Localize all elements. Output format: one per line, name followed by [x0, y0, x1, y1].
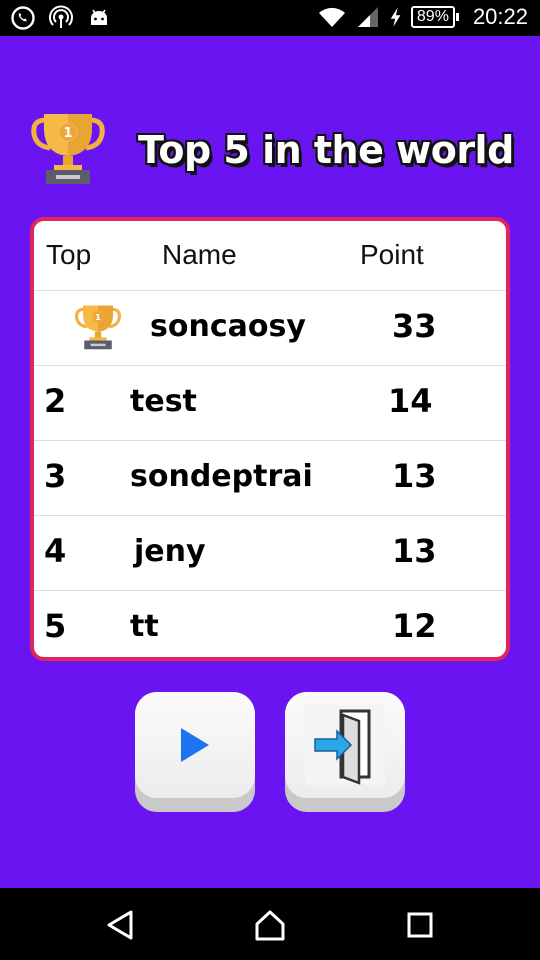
navigation-bar [0, 888, 540, 960]
hotspot-icon [49, 5, 73, 28]
row-name: sondeptrai [130, 459, 313, 494]
svg-text:1: 1 [95, 312, 101, 322]
svg-text:1: 1 [63, 126, 72, 141]
exit-door-icon [305, 705, 385, 785]
status-bar: 89% 20:22 [0, 0, 540, 36]
back-icon[interactable] [103, 908, 137, 942]
android-icon [91, 9, 107, 25]
trophy-icon: 1 [31, 114, 105, 184]
whatsapp-icon [11, 6, 35, 30]
row-point: 13 [392, 457, 437, 495]
column-header-rank: Top [46, 239, 92, 270]
row-name: tt [130, 609, 159, 644]
row-name: soncaosy [150, 309, 306, 344]
charging-icon [390, 7, 401, 27]
battery-indicator: 89% [410, 6, 459, 28]
leaderboard-table: Top Name Point 1 soncaosy 33 2 test 14 3… [30, 217, 510, 661]
table-row: 2 test 14 [34, 366, 506, 441]
page-title: Top 5 in the world [138, 128, 514, 172]
row-point: 33 [392, 307, 437, 345]
leaderboard-header-row: Top Name Point [34, 221, 506, 291]
play-icon [181, 728, 209, 762]
row-rank: 2 [44, 382, 67, 420]
recents-icon[interactable] [403, 908, 437, 942]
column-header-point: Point [360, 239, 424, 270]
row-rank: 3 [44, 457, 67, 495]
battery-level: 89% [410, 6, 455, 28]
row-point: 14 [388, 382, 433, 420]
table-row: 4 jeny 13 [34, 516, 506, 591]
clock: 20:22 [472, 4, 528, 29]
column-header-name: Name [162, 239, 237, 270]
row-name: jeny [134, 534, 206, 569]
wifi-icon [318, 7, 345, 27]
table-row: 3 sondeptrai 13 [34, 441, 506, 516]
row-name: test [130, 384, 197, 419]
home-icon[interactable] [253, 908, 287, 942]
row-rank: 4 [44, 532, 67, 570]
header: 1 Top 5 in the world [0, 100, 540, 200]
table-row: 5 tt 12 [34, 591, 506, 657]
table-row: 1 soncaosy 33 [34, 291, 506, 366]
trophy-icon: 1 [75, 305, 121, 350]
play-button[interactable] [135, 692, 255, 812]
exit-button[interactable] [285, 692, 405, 812]
row-rank: 5 [44, 607, 67, 645]
row-point: 12 [392, 607, 437, 645]
signal-icon [357, 7, 378, 27]
row-point: 13 [392, 532, 437, 570]
